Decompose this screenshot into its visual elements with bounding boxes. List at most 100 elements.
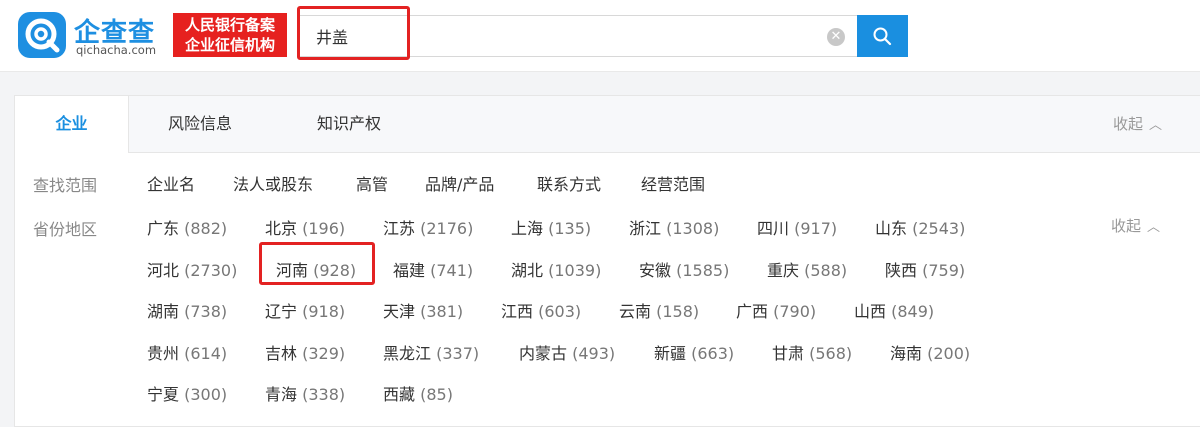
region-count: (329) (302, 344, 346, 363)
region-item[interactable]: 广西 (790) (736, 298, 816, 322)
region-item[interactable]: 安徽 (1585) (639, 257, 729, 281)
search-input[interactable] (316, 24, 796, 48)
tab-risk-info[interactable]: 风险信息 (168, 96, 232, 152)
region-count: (196) (302, 219, 346, 238)
scope-item-brand-product[interactable]: 品牌/产品 (425, 171, 494, 195)
region-item[interactable]: 青海 (338) (265, 381, 345, 405)
region-item[interactable]: 山东 (2543) (875, 215, 965, 239)
region-item[interactable]: 天津 (381) (383, 298, 463, 322)
scope-item-executives[interactable]: 高管 (356, 171, 388, 195)
region-count: (588) (804, 261, 848, 280)
collapse-label: 收起 (1113, 115, 1144, 133)
region-name: 上海 (511, 219, 544, 238)
region-count: (337) (436, 344, 480, 363)
region-name: 北京 (265, 219, 298, 238)
region-name: 辽宁 (265, 302, 298, 321)
region-count: (381) (420, 302, 464, 321)
scope-item-contact[interactable]: 联系方式 (537, 171, 601, 195)
collapse-label: 收起 (1111, 217, 1142, 235)
region-count: (1039) (548, 261, 602, 280)
badge-line-2: 企业征信机构 (184, 36, 275, 54)
scope-label: 查找范围 (33, 176, 98, 195)
tab-bar: 企业 风险信息 知识产权 收起 ︿ (15, 96, 1200, 153)
region-name: 新疆 (654, 344, 687, 363)
top-header: 企查查 qichacha.com 人民银行备案 企业征信机构 ✕ (0, 0, 1200, 72)
region-item[interactable]: 辽宁 (918) (265, 298, 345, 322)
region-count: (135) (548, 219, 592, 238)
region-item-henan[interactable]: 河南 (928) (276, 257, 356, 281)
region-name: 广东 (147, 219, 180, 238)
region-count: (2543) (912, 219, 966, 238)
clear-icon[interactable]: ✕ (827, 28, 845, 46)
scope-item-company-name[interactable]: 企业名 (147, 171, 195, 195)
region-item[interactable]: 贵州 (614) (147, 340, 227, 364)
region-item[interactable]: 西藏 (85) (383, 381, 453, 405)
site-logo[interactable]: 企查查 qichacha.com (18, 12, 168, 60)
region-name: 山东 (875, 219, 908, 238)
region-name: 湖南 (147, 302, 180, 321)
region-item[interactable]: 海南 (200) (890, 340, 970, 364)
search-box: ✕ (297, 15, 858, 57)
region-item[interactable]: 宁夏 (300) (147, 381, 227, 405)
region-item[interactable]: 陕西 (759) (885, 257, 965, 281)
collapse-regions-button[interactable]: 收起 ︿ (1111, 215, 1160, 236)
region-count: (493) (572, 344, 616, 363)
region-count: (738) (184, 302, 228, 321)
region-name: 浙江 (629, 219, 662, 238)
tab-intellectual-property[interactable]: 知识产权 (317, 96, 381, 152)
region-item[interactable]: 四川 (917) (757, 215, 837, 239)
region-item[interactable]: 甘肃 (568) (772, 340, 852, 364)
region-count: (759) (922, 261, 966, 280)
region-count: (200) (927, 344, 971, 363)
collapse-tabs-button[interactable]: 收起 ︿ (1113, 113, 1162, 134)
tab-enterprise[interactable]: 企业 (15, 96, 129, 153)
region-item[interactable]: 上海 (135) (511, 215, 591, 239)
region-count: (568) (809, 344, 853, 363)
region-name: 甘肃 (772, 344, 805, 363)
region-item[interactable]: 新疆 (663) (654, 340, 734, 364)
region-name: 天津 (383, 302, 416, 321)
region-count: (849) (891, 302, 935, 321)
region-item[interactable]: 黑龙江 (337) (383, 340, 479, 364)
region-name: 安徽 (639, 261, 672, 280)
region-item[interactable]: 湖南 (738) (147, 298, 227, 322)
region-count: (2730) (184, 261, 238, 280)
chevron-up-icon: ︿ (1147, 220, 1161, 235)
region-item[interactable]: 吉林 (329) (265, 340, 345, 364)
region-name: 贵州 (147, 344, 180, 363)
region-name: 广西 (736, 302, 769, 321)
region-item[interactable]: 北京 (196) (265, 215, 345, 239)
region-item[interactable]: 云南 (158) (619, 298, 699, 322)
region-count: (790) (773, 302, 817, 321)
region-item[interactable]: 浙江 (1308) (629, 215, 719, 239)
region-item[interactable]: 河北 (2730) (147, 257, 237, 281)
region-count: (918) (302, 302, 346, 321)
badge-line-1: 人民银行备案 (184, 16, 275, 34)
region-name: 陕西 (885, 261, 918, 280)
region-count: (300) (184, 385, 228, 404)
scope-item-legal-rep-shareholder[interactable]: 法人或股东 (233, 171, 313, 195)
region-name: 内蒙古 (519, 344, 568, 363)
region-name: 云南 (619, 302, 652, 321)
region-name: 青海 (265, 385, 298, 404)
region-item[interactable]: 湖北 (1039) (511, 257, 601, 281)
region-item[interactable]: 广东 (882) (147, 215, 227, 239)
chevron-up-icon: ︿ (1149, 118, 1163, 133)
region-name: 福建 (393, 261, 426, 280)
region-count: (85) (420, 385, 453, 404)
search-button[interactable] (857, 15, 908, 57)
region-item[interactable]: 山西 (849) (854, 298, 934, 322)
region-item[interactable]: 内蒙古 (493) (519, 340, 615, 364)
region-item[interactable]: 福建 (741) (393, 257, 473, 281)
scope-item-business-scope[interactable]: 经营范围 (641, 171, 705, 195)
region-count: (1585) (676, 261, 730, 280)
region-item[interactable]: 江西 (603) (501, 298, 581, 322)
region-name: 吉林 (265, 344, 298, 363)
region-label: 省份地区 (33, 220, 98, 239)
region-name: 河北 (147, 261, 180, 280)
region-count: (928) (313, 261, 357, 280)
region-item[interactable]: 重庆 (588) (767, 257, 847, 281)
region-name: 四川 (757, 219, 790, 238)
region-item[interactable]: 江苏 (2176) (383, 215, 473, 239)
credit-agency-badge: 人民银行备案 企业征信机构 (173, 13, 287, 57)
